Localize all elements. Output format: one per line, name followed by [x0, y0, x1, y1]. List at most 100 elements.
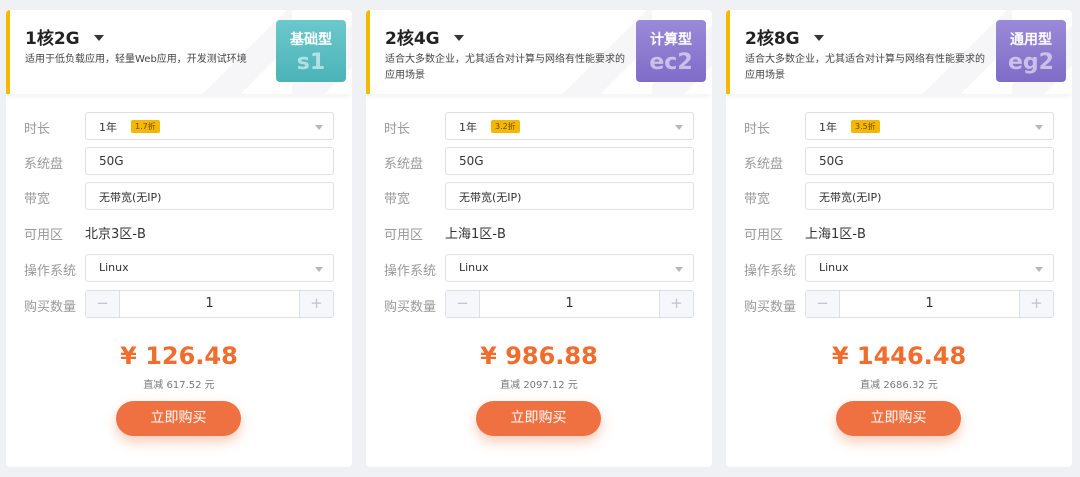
bandwidth-row: 带宽 无带宽(无IP): [6, 182, 352, 210]
os-select[interactable]: Linux: [445, 254, 694, 282]
bandwidth-row: 带宽 无带宽(无IP): [366, 182, 712, 210]
spec-selector[interactable]: 2核8G: [745, 24, 824, 49]
bandwidth-select[interactable]: 无带宽(无IP): [445, 182, 694, 210]
disk-label: 系统盘: [384, 157, 424, 172]
decrement-button[interactable]: −: [446, 291, 480, 317]
bandwidth-label: 带宽: [384, 192, 411, 207]
os-row: 操作系统 Linux: [726, 254, 1072, 282]
card-header: 2核8G 适合大多数企业，尤其适合对计算与网络有性能要求的应用场景 通用型 eg…: [726, 10, 1072, 94]
os-value: Linux: [99, 261, 129, 274]
bandwidth-value: 无带宽(无IP): [819, 191, 882, 204]
card-header: 1核2G 适用于低负载应用，轻量Web应用，开发测试环境 基础型 s1: [6, 10, 352, 94]
saving-text: 直减 2686.32 元: [860, 380, 938, 391]
quantity-value[interactable]: 1: [120, 296, 299, 311]
zone-value: 上海1区-B: [805, 227, 866, 242]
instance-type-code: s1: [296, 50, 326, 75]
disk-value: 50G: [459, 154, 484, 168]
os-value: Linux: [819, 261, 849, 274]
bandwidth-row: 带宽 无带宽(无IP): [726, 182, 1072, 210]
disk-row: 系统盘 50G: [6, 147, 352, 175]
duration-value: 1年: [819, 121, 837, 134]
bandwidth-label: 带宽: [744, 192, 771, 207]
chevron-down-icon[interactable]: [813, 34, 824, 41]
increment-button[interactable]: +: [659, 291, 693, 317]
chevron-down-icon: [675, 125, 683, 130]
increment-button[interactable]: +: [1019, 291, 1053, 317]
zone-value: 北京3区-B: [85, 227, 146, 242]
os-row: 操作系统 Linux: [366, 254, 712, 282]
zone-label: 可用区: [24, 228, 64, 243]
instance-type-code: ec2: [649, 50, 693, 75]
quantity-row: 购买数量 − 1 +: [726, 290, 1072, 318]
zone-row: 可用区 上海1区-B: [366, 218, 712, 246]
duration-value: 1年: [459, 121, 477, 134]
decrement-button[interactable]: −: [806, 291, 840, 317]
product-card: 2核8G 适合大多数企业，尤其适合对计算与网络有性能要求的应用场景 通用型 eg…: [726, 10, 1072, 467]
spec-selector[interactable]: 2核4G: [385, 24, 464, 49]
buy-now-button[interactable]: 立即购买: [836, 401, 961, 436]
disk-input[interactable]: 50G: [445, 147, 694, 175]
chevron-down-icon[interactable]: [453, 34, 464, 41]
card-description: 适合大多数企业，尤其适合对计算与网络有性能要求的应用场景: [385, 54, 625, 81]
quantity-value[interactable]: 1: [840, 296, 1019, 311]
bandwidth-value: 无带宽(无IP): [99, 191, 162, 204]
buy-now-button[interactable]: 立即购买: [116, 401, 241, 436]
os-label: 操作系统: [24, 264, 77, 279]
spec-label: 2核8G: [745, 29, 800, 49]
discount-tag: 1.7折: [131, 120, 160, 133]
chevron-down-icon: [315, 125, 323, 130]
instance-type-badge: 通用型 eg2: [996, 20, 1066, 82]
chevron-down-icon: [1035, 267, 1043, 272]
instance-type-name: 通用型: [1010, 32, 1052, 48]
zone-label: 可用区: [384, 228, 424, 243]
spec-selector[interactable]: 1核2G: [25, 24, 104, 49]
duration-select[interactable]: 1年 3.5折: [805, 112, 1054, 140]
disk-value: 50G: [99, 154, 124, 168]
instance-type-badge: 计算型 ec2: [636, 20, 706, 82]
discount-tag: 3.2折: [491, 120, 520, 133]
quantity-value[interactable]: 1: [480, 296, 659, 311]
quantity-stepper: − 1 +: [805, 290, 1054, 318]
discount-tag: 3.5折: [851, 120, 880, 133]
spec-label: 1核2G: [25, 29, 80, 49]
duration-row: 时长 1年 3.2折: [366, 112, 712, 140]
bandwidth-select[interactable]: 无带宽(无IP): [805, 182, 1054, 210]
os-select[interactable]: Linux: [85, 254, 334, 282]
chevron-down-icon: [1035, 125, 1043, 130]
zone-label: 可用区: [744, 228, 784, 243]
price: ¥ 1446.48: [831, 342, 967, 370]
disk-row: 系统盘 50G: [726, 147, 1072, 175]
zone-row: 可用区 上海1区-B: [726, 218, 1072, 246]
quantity-label: 购买数量: [24, 300, 77, 315]
duration-label: 时长: [384, 122, 411, 137]
os-label: 操作系统: [744, 264, 797, 279]
os-value: Linux: [459, 261, 489, 274]
instance-type-name: 基础型: [290, 32, 332, 48]
duration-select[interactable]: 1年 3.2折: [445, 112, 694, 140]
disk-input[interactable]: 50G: [805, 147, 1054, 175]
card-header: 2核4G 适合大多数企业，尤其适合对计算与网络有性能要求的应用场景 计算型 ec…: [366, 10, 712, 94]
os-select[interactable]: Linux: [805, 254, 1054, 282]
card-description: 适用于低负载应用，轻量Web应用，开发测试环境: [25, 54, 247, 65]
bandwidth-select[interactable]: 无带宽(无IP): [85, 182, 334, 210]
decrement-button[interactable]: −: [86, 291, 120, 317]
spec-label: 2核4G: [385, 29, 440, 49]
duration-select[interactable]: 1年 1.7折: [85, 112, 334, 140]
disk-label: 系统盘: [24, 157, 64, 172]
duration-row: 时长 1年 1.7折: [6, 112, 352, 140]
card-description: 适合大多数企业，尤其适合对计算与网络有性能要求的应用场景: [745, 54, 985, 81]
price: ¥ 986.88: [480, 342, 598, 370]
increment-button[interactable]: +: [299, 291, 333, 317]
quantity-stepper: − 1 +: [445, 290, 694, 318]
bandwidth-value: 无带宽(无IP): [459, 191, 522, 204]
disk-input[interactable]: 50G: [85, 147, 334, 175]
buy-now-button[interactable]: 立即购买: [476, 401, 601, 436]
os-label: 操作系统: [384, 264, 437, 279]
quantity-row: 购买数量 − 1 +: [6, 290, 352, 318]
duration-label: 时长: [24, 122, 51, 137]
os-row: 操作系统 Linux: [6, 254, 352, 282]
duration-row: 时长 1年 3.5折: [726, 112, 1072, 140]
disk-label: 系统盘: [744, 157, 784, 172]
price: ¥ 126.48: [120, 342, 238, 370]
chevron-down-icon[interactable]: [93, 34, 104, 41]
